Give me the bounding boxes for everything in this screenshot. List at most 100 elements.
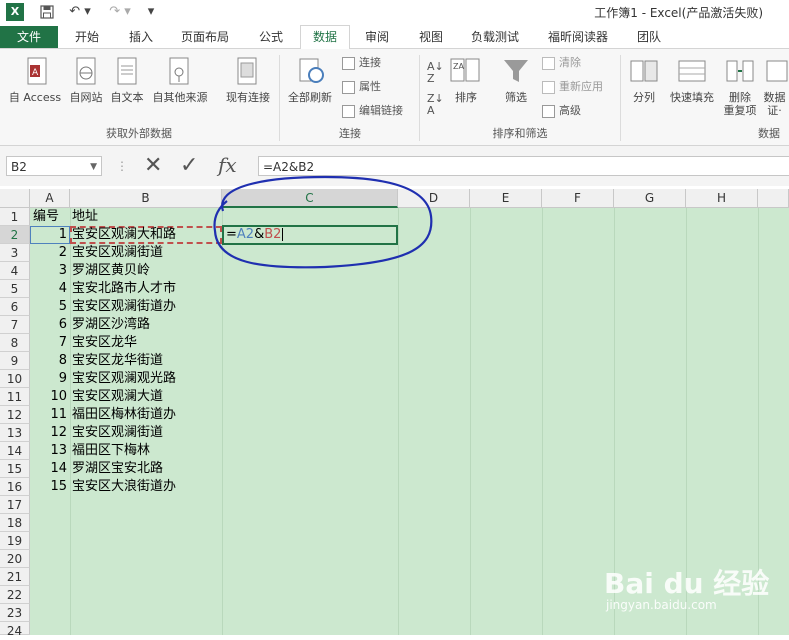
row-header[interactable]: 18	[0, 514, 30, 532]
cell-a[interactable]: 12	[30, 424, 70, 442]
cell-b[interactable]: 宝安区观澜街道	[72, 424, 163, 442]
existing-connections-button[interactable]: 现有连接	[220, 91, 276, 104]
filter-button[interactable]: 筛选	[496, 91, 536, 104]
row-header[interactable]: 13	[0, 424, 30, 442]
row-header[interactable]: 20	[0, 550, 30, 568]
tab-page-layout[interactable]: 页面布局	[172, 26, 238, 48]
flash-fill-button[interactable]: 快速填充	[666, 91, 718, 104]
row-header[interactable]: 24	[0, 622, 30, 638]
row-header[interactable]: 16	[0, 478, 30, 496]
row-header[interactable]: 6	[0, 298, 30, 316]
clear-button[interactable]: 清除	[542, 55, 581, 71]
cell-b[interactable]: 宝安区观澜大道	[72, 388, 163, 406]
row-header[interactable]: 21	[0, 568, 30, 586]
reapply-button[interactable]: 重新应用	[542, 79, 603, 95]
tab-foxit[interactable]: 福昕阅读器	[538, 26, 618, 48]
row-header[interactable]: 11	[0, 388, 30, 406]
edit-links-button[interactable]: 编辑链接	[342, 103, 403, 119]
tab-insert[interactable]: 插入	[116, 26, 166, 48]
cell-b[interactable]: 宝安区观澜街道	[72, 244, 163, 262]
cell-b[interactable]: 福田区下梅林	[72, 442, 150, 460]
cell-b[interactable]: 宝安区大浪街道办	[72, 478, 176, 496]
row-header[interactable]: 5	[0, 280, 30, 298]
tab-team[interactable]: 团队	[624, 26, 674, 48]
cell-a[interactable]: 15	[30, 478, 70, 496]
cell-a[interactable]: 9	[30, 370, 70, 388]
column-header-b[interactable]: B	[70, 189, 222, 208]
cancel-icon[interactable]: ✕	[144, 154, 162, 178]
save-icon[interactable]	[38, 3, 56, 21]
cell-b[interactable]: 罗湖区宝安北路	[72, 460, 163, 478]
column-header-a[interactable]: A	[30, 189, 70, 208]
tab-formulas[interactable]: 公式	[246, 26, 296, 48]
row-header[interactable]: 8	[0, 334, 30, 352]
row-header[interactable]: 17	[0, 496, 30, 514]
cell-a[interactable]: 2	[30, 244, 70, 262]
cell-a[interactable]: 4	[30, 280, 70, 298]
connections-button[interactable]: 连接	[342, 55, 381, 71]
cell-a[interactable]: 14	[30, 460, 70, 478]
row-header[interactable]: 19	[0, 532, 30, 550]
row-header[interactable]: 9	[0, 352, 30, 370]
cell-a[interactable]: 13	[30, 442, 70, 460]
row-header[interactable]: 3	[0, 244, 30, 262]
column-header-next[interactable]	[758, 189, 789, 208]
properties-button[interactable]: 属性	[342, 79, 381, 95]
cell-b[interactable]: 宝安区龙华街道	[72, 352, 163, 370]
advanced-button[interactable]: 高级	[542, 103, 581, 119]
text-to-columns-button[interactable]: 分列	[624, 91, 664, 104]
tab-review[interactable]: 审阅	[352, 26, 402, 48]
row-header[interactable]: 2	[0, 226, 30, 244]
enter-checkmark-icon[interactable]: ✓	[180, 154, 198, 178]
cell-a[interactable]: 10	[30, 388, 70, 406]
cell-a[interactable]: 3	[30, 262, 70, 280]
tab-load-test[interactable]: 负载测试	[462, 26, 528, 48]
redo-icon[interactable]: ↷ ▾	[106, 3, 134, 21]
cell-b[interactable]: 宝安区观澜街道办	[72, 298, 176, 316]
cell-a[interactable]: 6	[30, 316, 70, 334]
row-header[interactable]: 12	[0, 406, 30, 424]
cell-b[interactable]: 宝安区龙华	[72, 334, 137, 352]
column-header-g[interactable]: G	[614, 189, 686, 208]
from-text-button[interactable]: 自文本	[106, 91, 148, 104]
cell-a[interactable]: 5	[30, 298, 70, 316]
cell-a[interactable]: 11	[30, 406, 70, 424]
row-header[interactable]: 7	[0, 316, 30, 334]
cell-a[interactable]: 7	[30, 334, 70, 352]
remove-duplicates-button[interactable]: 删除 重复项	[718, 91, 762, 117]
tab-data[interactable]: 数据	[300, 25, 350, 50]
column-header-e[interactable]: E	[470, 189, 542, 208]
from-web-button[interactable]: 自网站	[64, 91, 108, 104]
sort-button[interactable]: 排序	[446, 91, 486, 104]
cell-b2[interactable]: 宝安区观澜大和路	[72, 226, 176, 244]
data-validation-button[interactable]: 数据 证·	[760, 91, 789, 117]
column-header-f[interactable]: F	[542, 189, 614, 208]
row-header[interactable]: 10	[0, 370, 30, 388]
row-header[interactable]: 14	[0, 442, 30, 460]
tab-home[interactable]: 开始	[62, 26, 112, 48]
row-header[interactable]: 1	[0, 208, 30, 226]
column-header-h[interactable]: H	[686, 189, 758, 208]
from-other-sources-button[interactable]: 自其他来源	[148, 91, 212, 104]
row-header[interactable]: 22	[0, 586, 30, 604]
cell-b1[interactable]: 地址	[72, 208, 98, 226]
from-access-button[interactable]: 自 Access	[4, 91, 66, 104]
select-all-corner[interactable]	[0, 189, 30, 208]
chevron-down-icon[interactable]: ▼	[90, 157, 97, 177]
tab-file[interactable]: 文件	[0, 26, 58, 48]
tab-view[interactable]: 视图	[406, 26, 456, 48]
cell-b[interactable]: 福田区梅林街道办	[72, 406, 176, 424]
row-header[interactable]: 4	[0, 262, 30, 280]
row-header[interactable]: 23	[0, 604, 30, 622]
sort-ascending-icon[interactable]: A↓ Z	[427, 61, 444, 85]
cell-a2[interactable]: 1	[30, 226, 70, 244]
cell-b[interactable]: 罗湖区沙湾路	[72, 316, 150, 334]
name-box[interactable]: B2 ▼	[6, 156, 102, 176]
row-header[interactable]: 15	[0, 460, 30, 478]
refresh-all-button[interactable]: 全部刷新	[284, 91, 336, 104]
undo-icon[interactable]: ↶ ▾	[66, 3, 94, 21]
customize-qat-icon[interactable]: ▾	[144, 3, 158, 21]
cell-b[interactable]: 宝安北路市人才市	[72, 280, 176, 298]
cell-a[interactable]: 8	[30, 352, 70, 370]
cell-b[interactable]: 罗湖区黄贝岭	[72, 262, 150, 280]
